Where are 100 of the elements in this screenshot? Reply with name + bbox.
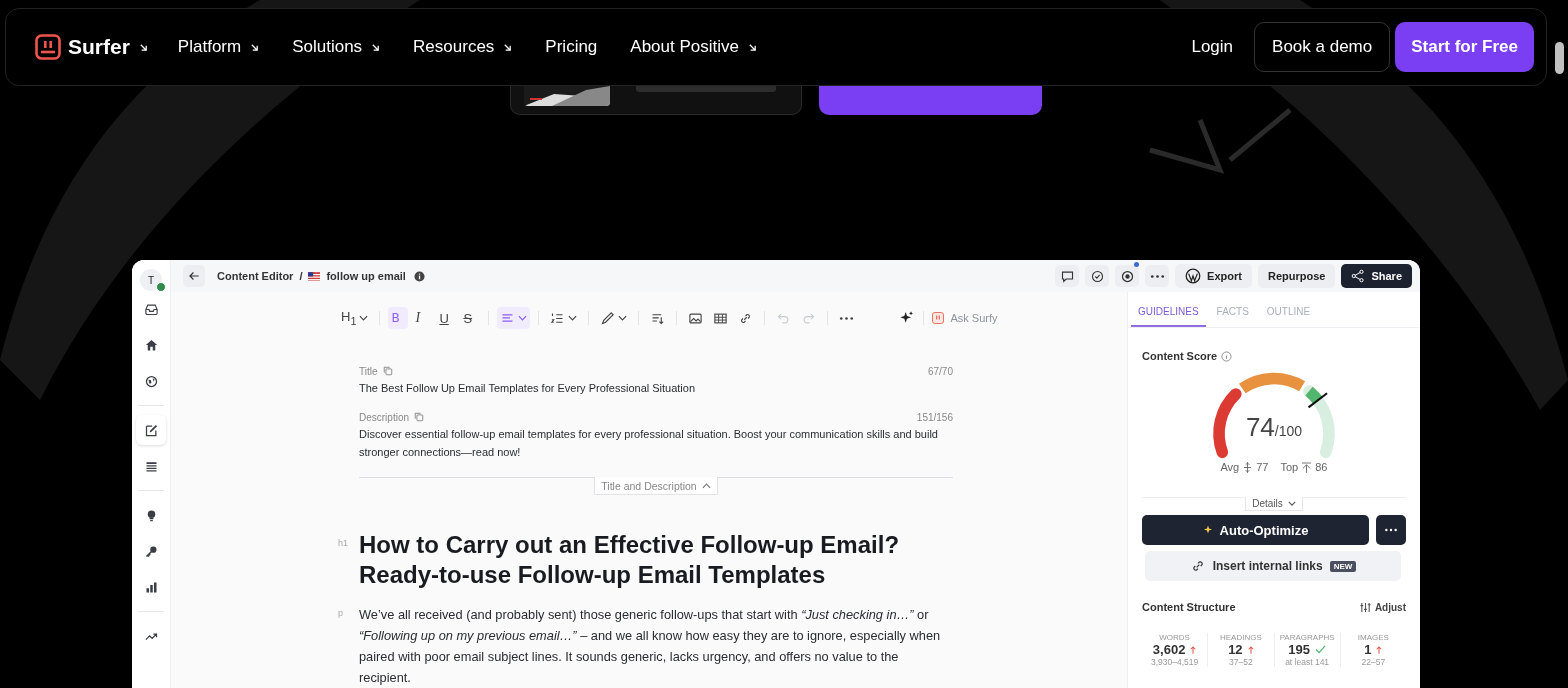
more-button[interactable] [1376,515,1406,545]
book-demo-button[interactable]: Book a demo [1254,22,1391,72]
bold-button[interactable]: B [388,307,409,329]
chevron-icon [701,482,711,489]
score-value: 74 [1245,412,1275,442]
back-arrow-icon [187,269,201,283]
character-count: 67/70 [927,365,953,377]
breadcrumb-separator: / [299,270,303,282]
auto-optimize-button[interactable]: Auto-Optimize [1142,515,1369,545]
description-field[interactable]: Discover essential follow-up email templates for every professional situation. Boost your communication skills and build stronger connections—read now! [359,425,953,461]
share-button[interactable]: Share [1341,264,1412,288]
stat-value: 12 [1228,642,1243,657]
nav-link[interactable]: Pricing [545,37,598,57]
export-button[interactable]: Export [1175,264,1252,288]
avatar[interactable]: T [140,269,162,291]
image-icon [688,310,704,326]
heading: How to Carry out an Effective Follow-up Email? Ready-to-use Follow-up Email Templates [359,530,901,590]
stat-value: 195 [1288,642,1310,657]
arrow-icon [371,42,381,52]
chevron-icon [359,315,369,321]
more-icon [1149,273,1165,279]
arrow-icon [250,42,260,52]
score-max: /100 [1274,423,1303,439]
info-icon [1221,350,1233,362]
check-circle-icon [1089,268,1105,284]
adjust-button[interactable]: Adjust [1359,601,1406,613]
stat-value: 1 [1364,642,1372,657]
underline-button[interactable]: U [436,307,457,329]
average-score: 77 [1256,461,1269,473]
video-card[interactable] [510,86,802,115]
home-icon [143,337,159,353]
settings-icon [1119,268,1135,284]
new-badge: NEW [1329,560,1357,572]
nav-link[interactable]: Solutions [292,37,381,57]
info-icon [413,270,425,282]
heading-button[interactable]: H$_{1}$ [338,307,372,329]
character-count: 151/156 [916,411,953,423]
top-label: Top [1280,461,1299,473]
pen-icon [600,310,616,326]
details-button[interactable]: Details [1245,497,1303,511]
title-field[interactable]: The Best Follow Up Email Templates for Every Professional Situation [359,379,953,397]
settings-button[interactable] [1115,265,1140,287]
chevron-icon [618,315,628,321]
edit-icon [143,422,159,438]
top-score: 86 [1315,461,1328,473]
insert-links-button[interactable]: Insert internal links NEW [1145,551,1401,581]
italic-button[interactable]: I [412,307,433,329]
repurpose-button[interactable]: Repurpose [1257,264,1336,288]
block-tag: h1 [338,538,348,548]
section-title: Content Score [1142,350,1218,362]
stat-range: 37–52 [1229,657,1253,667]
comment-button[interactable] [1055,265,1080,287]
more-icon [839,315,855,321]
align-button[interactable] [497,307,531,329]
stat-range: 3,930–4,519 [1151,657,1199,667]
stat-value: 3,602 [1152,642,1186,657]
paragraph: We’ve all received (and probably sent) those generic follow-ups that start with “Just checking in…” or “Following up on my previous email…” – and we all know how easy they are to ignore, especially when paired with poor email subject lines. It sounds generic, lacks urgency, and offers no value to the recipient. [359,606,942,687]
stat-range: 22–57 [1361,657,1386,667]
scrollbar-thumb[interactable] [1555,42,1564,74]
chevron-icon [1287,501,1296,506]
more-icon [1384,528,1398,532]
logo-icon [35,34,61,60]
average-label: Avg [1220,461,1240,473]
wordpress-icon [1185,268,1202,284]
arrow-icon [748,42,757,52]
nav-link[interactable]: Resources [413,37,513,57]
check-circle-button[interactable] [1085,265,1110,287]
start-free-button[interactable]: Start for Free [1395,22,1534,72]
sliders-icon [1359,601,1371,613]
login-link[interactable]: Login [1191,37,1234,57]
average-icon [1243,461,1253,473]
flag-icon [308,271,321,281]
chevron-icon [518,315,528,321]
nav-link[interactable]: Platform [177,37,260,57]
top-icon [1302,461,1312,473]
block-tag: p [338,608,343,618]
stat-label: HEADINGS [1219,633,1262,642]
chevron-icon [568,315,578,321]
share-icon [1351,269,1366,283]
surfy-icon [932,312,945,324]
table-icon [713,310,729,326]
section-title: Content Structure [1142,601,1236,613]
breadcrumb-link[interactable]: Content Editor [217,270,294,282]
field-label: Title [359,365,378,377]
strike-button[interactable]: S [460,307,481,329]
stat-label: IMAGES [1357,633,1389,642]
globe-icon [143,373,159,389]
field-label: Description [359,411,410,423]
logo-text[interactable]: Surfer [68,35,130,59]
document-title: follow up email [326,270,406,282]
section-toggle[interactable]: Title and Description [594,477,718,495]
stat-range: at least 141 [1285,657,1330,667]
arrow-icon [503,42,513,52]
edit-nav-button[interactable] [136,415,166,445]
comment-icon [1059,268,1075,284]
nav-link[interactable]: About Positive [630,37,757,57]
panel-tab[interactable]: GUIDELINES [1131,292,1206,327]
inbox-icon [143,301,159,317]
stat-label: PARAGRAPHS [1279,633,1335,642]
back-button[interactable] [183,265,205,287]
